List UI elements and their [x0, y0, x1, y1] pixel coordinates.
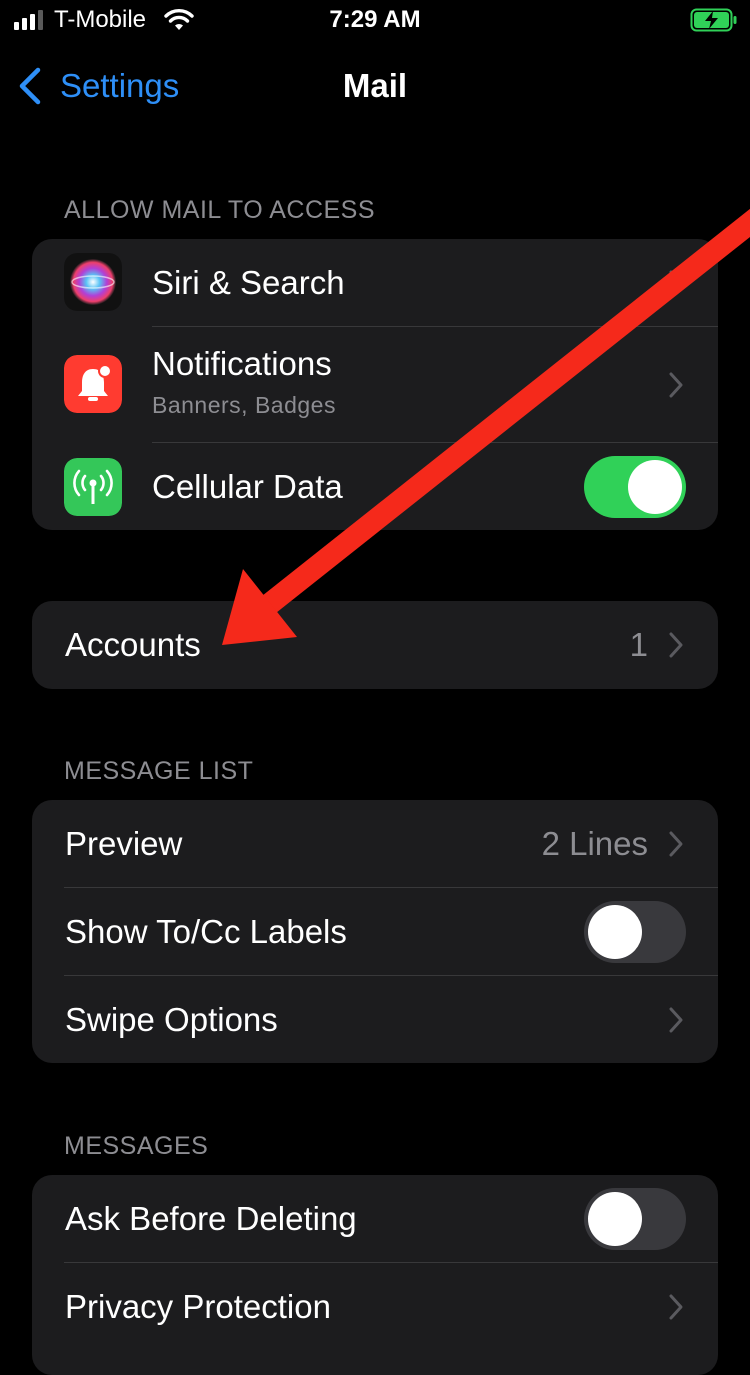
accounts-group: Accounts 1 [32, 601, 718, 689]
show-to-cc-labels-row: Show To/Cc Labels [32, 888, 718, 975]
privacy-protection-row[interactable]: Privacy Protection [32, 1263, 718, 1350]
toggle-knob [588, 1192, 642, 1246]
cellular-data-row: Cellular Data [32, 443, 718, 530]
show-to-cc-labels-toggle[interactable] [584, 901, 686, 963]
ask-before-deleting-row: Ask Before Deleting [32, 1175, 718, 1262]
accounts-row[interactable]: Accounts 1 [32, 601, 718, 689]
messages-group: Ask Before Deleting Privacy Protection [32, 1175, 718, 1375]
status-time: 7:29 AM [329, 6, 421, 33]
section-header-messages: MESSAGES [64, 1132, 209, 1160]
antenna-icon [64, 458, 122, 516]
preview-value: 2 Lines [541, 825, 648, 862]
battery-charging-icon [690, 8, 737, 32]
preview-label: Preview [65, 825, 183, 862]
section-header-allow-access: ALLOW MAIL TO ACCESS [64, 196, 376, 224]
ask-before-deleting-label: Ask Before Deleting [65, 1200, 357, 1237]
cellular-data-toggle[interactable] [584, 456, 686, 518]
ask-before-deleting-toggle[interactable] [584, 1188, 686, 1250]
siri-search-label: Siri & Search [152, 264, 345, 301]
cellular-data-label: Cellular Data [152, 468, 343, 505]
chevron-right-icon [669, 831, 683, 857]
chevron-right-icon [669, 372, 683, 398]
toggle-knob [628, 460, 682, 514]
chevron-right-icon [669, 1007, 683, 1033]
preview-row[interactable]: Preview 2 Lines [32, 800, 718, 887]
chevron-right-icon [669, 270, 683, 296]
swipe-options-row[interactable]: Swipe Options [32, 976, 718, 1063]
message-list-group: Preview 2 Lines Show To/Cc Labels Swipe … [32, 800, 718, 1063]
show-to-cc-labels-label: Show To/Cc Labels [65, 913, 347, 950]
section-header-message-list: MESSAGE LIST [64, 757, 254, 785]
chevron-right-icon [669, 1294, 683, 1320]
allow-access-group: Siri & Search Notifications Banners, Bad… [32, 239, 718, 530]
siri-search-row[interactable]: Siri & Search [32, 239, 718, 326]
status-bar: T-Mobile 7:29 AM [0, 0, 750, 40]
accounts-label: Accounts [65, 626, 201, 663]
accounts-count: 1 [629, 626, 648, 663]
siri-icon [64, 253, 122, 311]
notifications-sublabel: Banners, Badges [152, 392, 336, 418]
notifications-row[interactable]: Notifications Banners, Badges [32, 327, 718, 442]
navigation-bar: Settings Mail [0, 58, 750, 114]
notifications-label: Notifications [152, 345, 332, 382]
bell-icon [64, 355, 122, 413]
chevron-right-icon [669, 632, 683, 658]
toggle-knob [588, 905, 642, 959]
privacy-protection-label: Privacy Protection [65, 1288, 331, 1325]
page-title: Mail [342, 67, 408, 104]
swipe-options-label: Swipe Options [65, 1001, 278, 1038]
